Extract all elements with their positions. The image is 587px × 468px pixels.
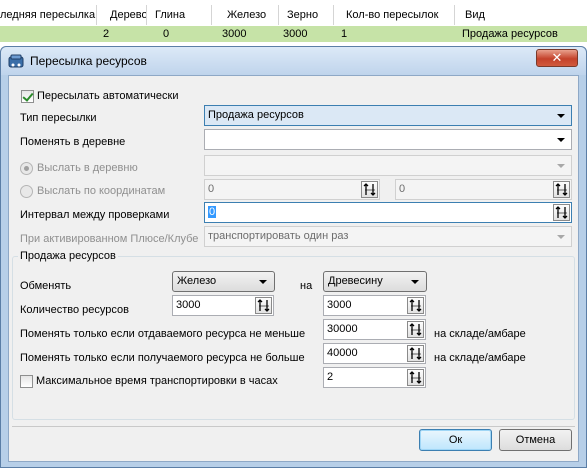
grid-cell: 3000 xyxy=(222,28,247,40)
grid-column-header[interactable]: Зерно xyxy=(284,5,334,25)
exchange-to-value: Древесину xyxy=(328,275,383,287)
spin-arrows-icon[interactable] xyxy=(553,204,570,221)
coord-y-value: 0 xyxy=(399,183,406,195)
send-to-village-radio[interactable] xyxy=(20,162,33,175)
check-interval-spinner[interactable]: 0 xyxy=(204,202,572,223)
grid-header: ледняя пересылка Дерево Глина Железо Зер… xyxy=(0,5,587,25)
max-get-value: 40000 xyxy=(327,347,358,359)
grid-column-header[interactable]: Глина xyxy=(152,5,212,25)
max-get-suffix: на складе/амбаре xyxy=(434,352,526,364)
quantity-to-spinner[interactable]: 3000 xyxy=(323,295,426,316)
background-grid: ледняя пересылка Дерево Глина Железо Зер… xyxy=(0,0,587,44)
send-type-label: Тип пересылки xyxy=(20,112,97,124)
quantity-to-value: 3000 xyxy=(327,299,352,311)
dialog-titlebar[interactable]: Пересылка ресурсов ✕ xyxy=(1,47,586,75)
grid-column-header[interactable]: Железо xyxy=(224,5,279,25)
grid-cell: 1 xyxy=(341,28,348,40)
cancel-button[interactable]: Отмена xyxy=(499,429,572,451)
quantity-from-spinner[interactable]: 3000 xyxy=(172,295,274,316)
app-icon xyxy=(8,54,24,69)
plus-club-label: При активированном Плюсе/Клубе xyxy=(20,233,199,245)
sale-group-title: Продажа ресурсов xyxy=(18,250,118,262)
dialog-client-area: Пересылать автоматически Тип пересылки П… xyxy=(8,75,579,462)
min-give-suffix: на складе/амбаре xyxy=(434,328,526,340)
grid-column-header[interactable]: Вид xyxy=(462,5,582,25)
spin-arrows-icon[interactable] xyxy=(407,297,424,314)
change-in-village-label: Поменять в деревне xyxy=(20,136,126,148)
exchange-label: Обменять xyxy=(20,280,72,292)
grid-cell: 3000 xyxy=(283,28,308,40)
min-give-spinner[interactable]: 30000 xyxy=(323,319,426,340)
close-icon: ✕ xyxy=(551,50,563,65)
check-interval-label: Интервал между проверками xyxy=(20,209,170,221)
send-by-coords-label: Выслать по координатам xyxy=(37,185,166,197)
spin-arrows-icon[interactable] xyxy=(407,345,424,362)
max-get-spinner[interactable]: 40000 xyxy=(323,343,426,364)
chevron-down-icon xyxy=(259,280,267,284)
spin-arrows-icon[interactable] xyxy=(361,181,378,198)
quantity-from-value: 3000 xyxy=(176,299,201,311)
grid-cell: Продажа ресурсов xyxy=(462,28,558,40)
min-give-value: 30000 xyxy=(327,323,358,335)
spin-arrows-icon[interactable] xyxy=(255,297,272,314)
send-to-village-label: Выслать в деревню xyxy=(37,162,138,174)
on-label: на xyxy=(300,280,313,292)
grid-column-header[interactable]: Кол-во пересылок xyxy=(343,5,455,25)
resource-transfer-dialog: Пересылка ресурсов ✕ Пересылать автомати… xyxy=(0,46,587,468)
change-in-village-select[interactable] xyxy=(204,129,572,150)
chevron-down-icon xyxy=(557,235,565,239)
coord-y-spinner[interactable]: 0 xyxy=(395,179,572,200)
dialog-title: Пересылка ресурсов xyxy=(30,54,147,68)
exchange-to-select[interactable]: Древесину xyxy=(323,271,427,292)
check-interval-value: 0 xyxy=(208,206,217,218)
grid-column-header[interactable]: Дерево xyxy=(107,5,147,25)
coord-x-value: 0 xyxy=(208,183,215,195)
exchange-from-select[interactable]: Железо xyxy=(172,271,275,292)
grid-cell: 0 xyxy=(163,28,170,40)
send-type-value: Продажа ресурсов xyxy=(208,109,304,121)
plus-club-select[interactable]: транспортировать один раз xyxy=(204,226,572,247)
auto-send-label: Пересылать автоматически xyxy=(37,90,179,102)
send-type-select[interactable]: Продажа ресурсов xyxy=(204,105,572,126)
max-time-checkbox[interactable] xyxy=(20,375,33,388)
max-get-label: Поменять только если получаемого ресурса… xyxy=(20,352,305,364)
plus-club-value: транспортировать один раз xyxy=(208,230,349,242)
close-button[interactable]: ✕ xyxy=(536,49,578,67)
max-time-value: 2 xyxy=(327,371,334,383)
exchange-from-value: Железо xyxy=(177,275,217,287)
ok-button[interactable]: Ок xyxy=(419,429,492,451)
chevron-down-icon xyxy=(557,164,565,168)
spin-arrows-icon[interactable] xyxy=(407,369,424,386)
coord-x-spinner[interactable]: 0 xyxy=(204,179,380,200)
grid-column-header[interactable]: ледняя пересылка xyxy=(0,5,97,25)
grid-row-selected[interactable]: 2 0 3000 3000 1 Продажа ресурсов xyxy=(0,26,587,42)
send-to-village-select[interactable] xyxy=(204,155,572,176)
spin-arrows-icon[interactable] xyxy=(553,181,570,198)
chevron-down-icon xyxy=(411,280,419,284)
max-time-spinner[interactable]: 2 xyxy=(323,367,426,388)
bottom-separator xyxy=(12,426,575,427)
max-time-label: Максимальное время транспортировки в час… xyxy=(36,375,278,387)
min-give-label: Поменять только если отдаваемого ресурса… xyxy=(20,328,306,340)
chevron-down-icon xyxy=(557,114,565,118)
send-by-coords-radio[interactable] xyxy=(20,185,33,198)
grid-cell: 2 xyxy=(103,28,110,40)
auto-send-checkbox[interactable] xyxy=(21,90,34,103)
chevron-down-icon xyxy=(557,138,565,142)
quantity-label: Количество ресурсов xyxy=(20,304,129,316)
spin-arrows-icon[interactable] xyxy=(407,321,424,338)
